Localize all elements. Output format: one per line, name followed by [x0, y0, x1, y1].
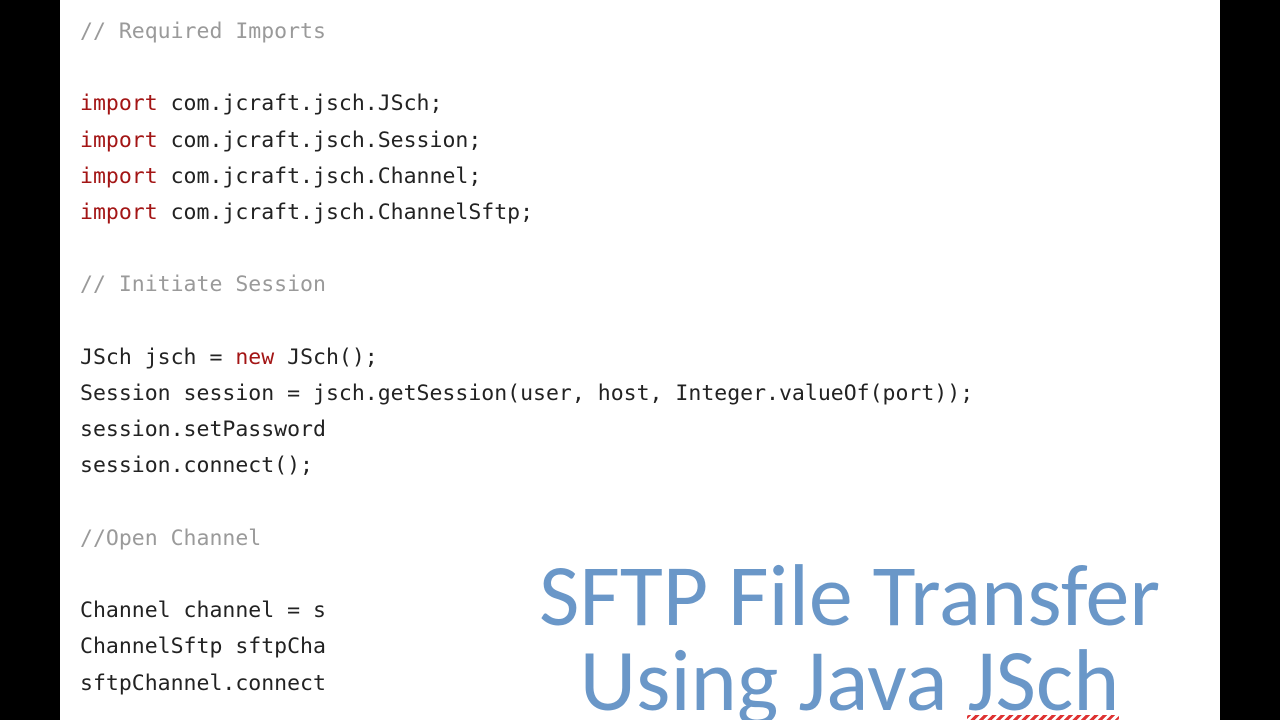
- import-channel: com.jcraft.jsch.Channel;: [158, 164, 482, 189]
- import-channelsftp: com.jcraft.jsch.ChannelSftp;: [158, 200, 533, 225]
- stage: // Required Imports import com.jcraft.js…: [0, 0, 1280, 720]
- comment-open-channel: //Open Channel: [80, 526, 261, 551]
- jsch-decl-a: JSch jsch =: [80, 345, 235, 370]
- import-jsch: com.jcraft.jsch.JSch;: [158, 91, 443, 116]
- keyword-import: import: [80, 164, 158, 189]
- comment-initiate-session: // Initiate Session: [80, 272, 326, 297]
- session-line: Session session = jsch.getSession(user, …: [80, 381, 973, 406]
- code-block: // Required Imports import com.jcraft.js…: [80, 14, 1200, 702]
- sftp-connect-line: sftpChannel.connect: [80, 671, 326, 696]
- keyword-import: import: [80, 200, 158, 225]
- keyword-import: import: [80, 128, 158, 153]
- setpassword-line: session.setPassword: [80, 417, 326, 442]
- import-session: com.jcraft.jsch.Session;: [158, 128, 482, 153]
- channel-line: Channel channel = s: [80, 598, 326, 623]
- keyword-import: import: [80, 91, 158, 116]
- code-panel: // Required Imports import com.jcraft.js…: [60, 0, 1220, 720]
- jsch-decl-b: JSch();: [274, 345, 378, 370]
- connect-line: session.connect();: [80, 453, 313, 478]
- comment-required-imports: // Required Imports: [80, 19, 326, 44]
- keyword-new: new: [235, 345, 274, 370]
- black-bar-right: [1220, 0, 1280, 720]
- black-bar-left: [0, 0, 60, 720]
- sftp-channel-line: ChannelSftp sftpCha: [80, 634, 326, 659]
